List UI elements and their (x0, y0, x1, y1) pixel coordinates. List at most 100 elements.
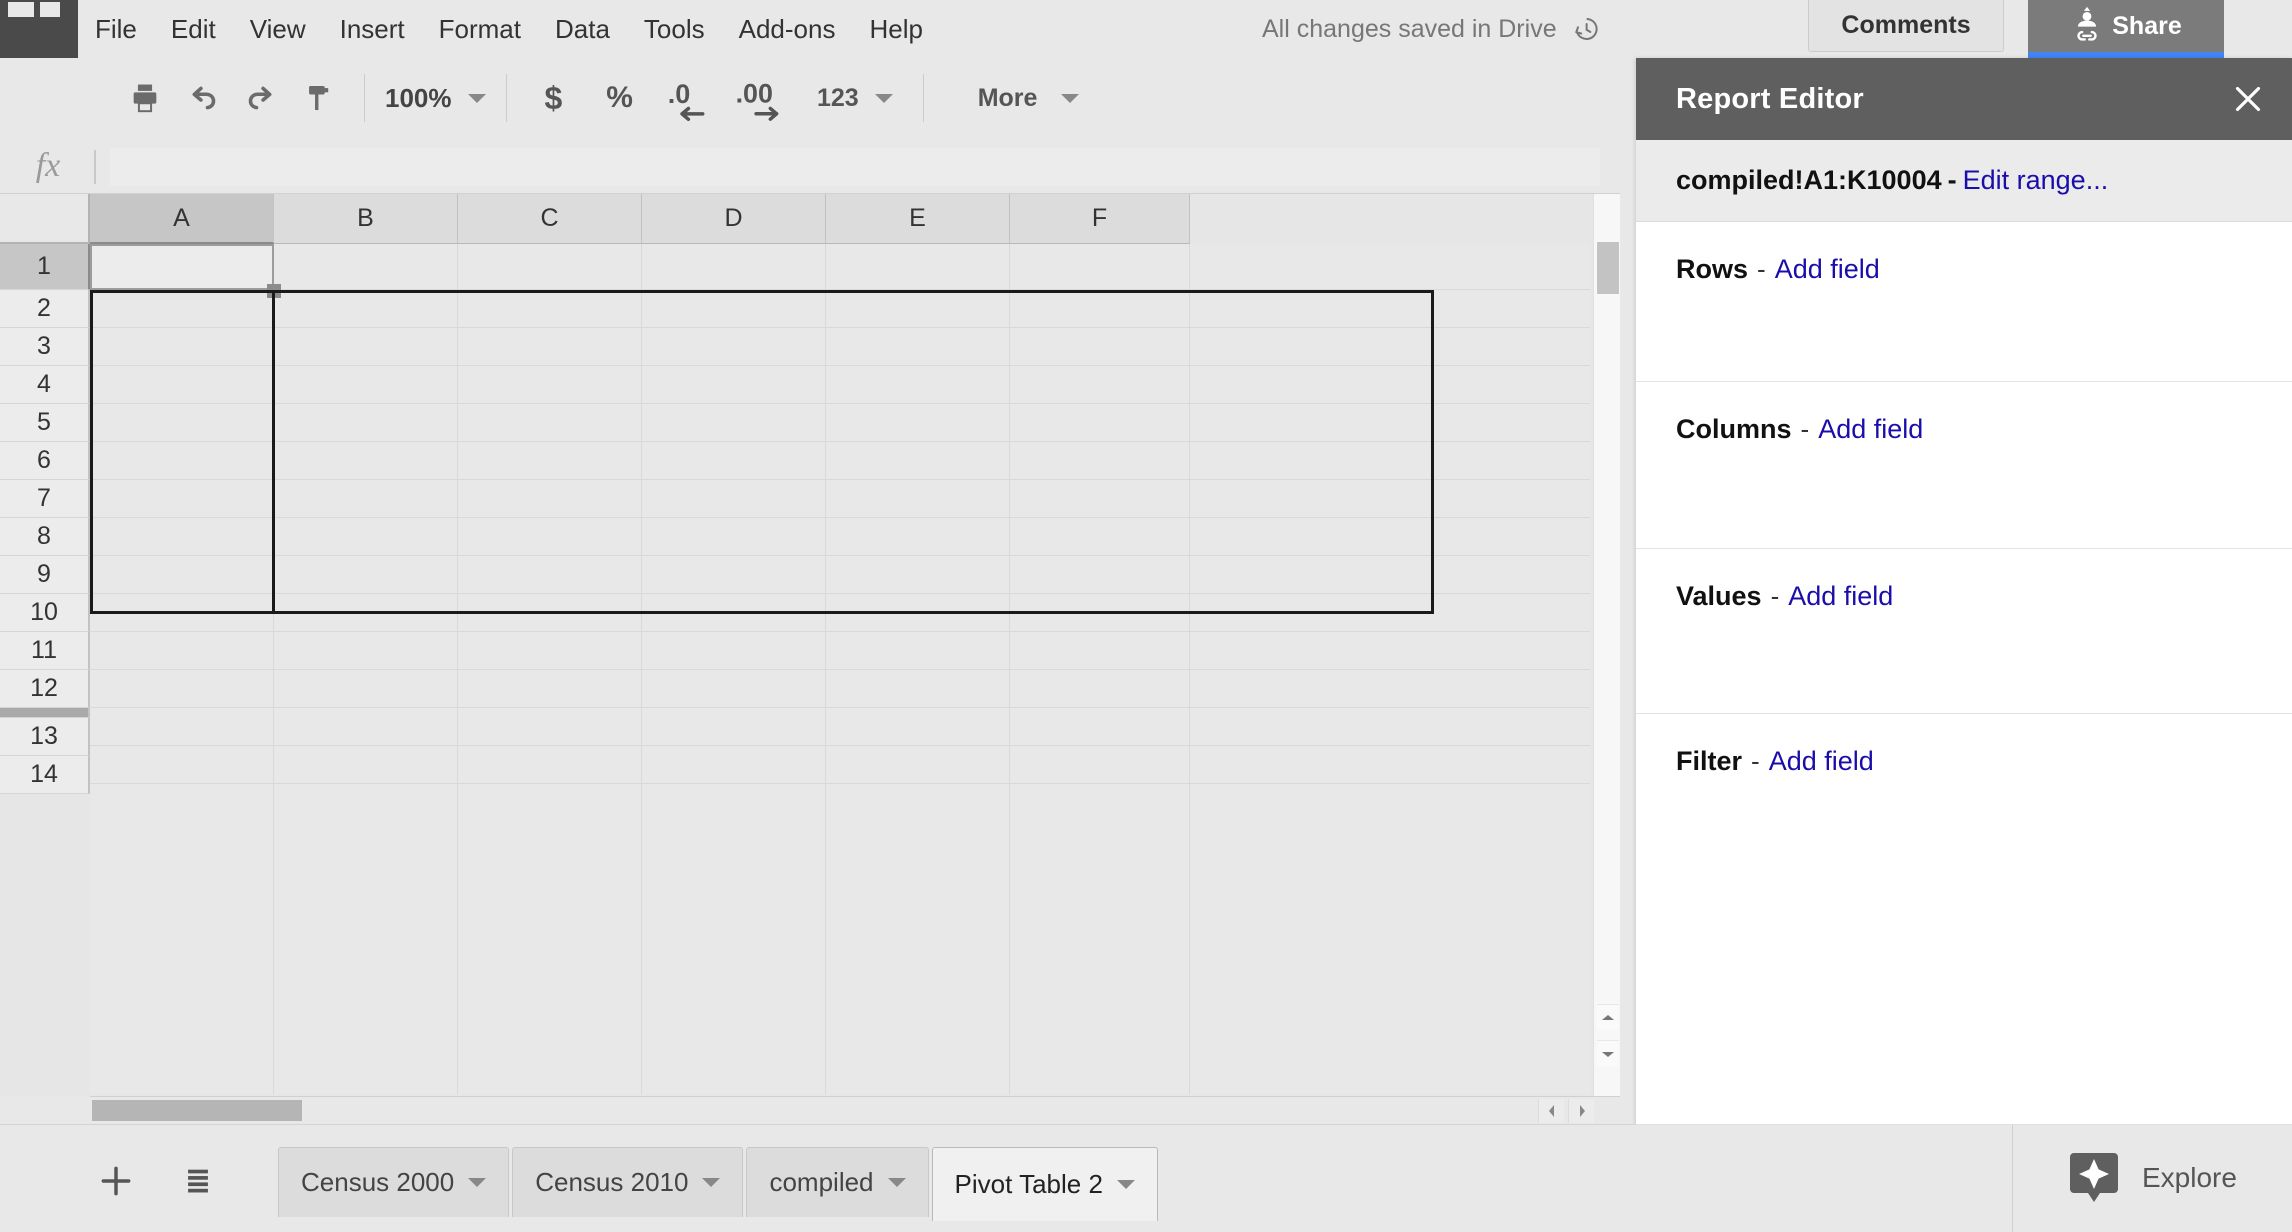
sheet-bar-panel-strip (1636, 1124, 2292, 1125)
columns-section-dash: - (1800, 414, 1810, 444)
scroll-down-button[interactable] (1597, 1040, 1619, 1066)
sheet-tab-pivot-table-2[interactable]: Pivot Table 2 (931, 1147, 1158, 1221)
sheet-tab-census-2010[interactable]: Census 2010 (512, 1147, 744, 1217)
share-button[interactable]: Share (2028, 0, 2224, 52)
row-header-9[interactable]: 9 (0, 556, 90, 594)
column-header-label: D (724, 204, 743, 232)
menu-format[interactable]: Format (422, 8, 538, 50)
percent-format-button[interactable]: % (584, 71, 655, 125)
column-header-d[interactable]: D (642, 194, 826, 244)
report-editor-close-button[interactable] (2226, 77, 2270, 121)
redo-button[interactable] (232, 71, 290, 125)
sheet-tab-census-2000[interactable]: Census 2000 (278, 1147, 510, 1217)
paint-format-icon (309, 85, 329, 111)
menu-view[interactable]: View (233, 8, 323, 50)
explore-button[interactable]: Explore (2040, 1124, 2265, 1232)
comments-button[interactable]: Comments (1808, 0, 2004, 52)
sheets-logo[interactable] (0, 0, 78, 58)
menu-insert[interactable]: Insert (323, 8, 422, 50)
column-header-a[interactable]: A (90, 194, 274, 244)
row-header-11[interactable]: 11 (0, 632, 90, 670)
row-header-label: 8 (37, 522, 51, 550)
column-header-c[interactable]: C (458, 194, 642, 244)
menu-edit[interactable]: Edit (154, 8, 233, 50)
report-section-values: Values - Add field (1636, 549, 2292, 714)
sheet-tabs: Census 2000 Census 2010 compiled Pivot Tabl… (278, 1147, 1161, 1221)
comments-label: Comments (1841, 11, 1971, 39)
number-format-button[interactable]: 123 (803, 71, 867, 125)
increase-decimal-button[interactable]: .00 (725, 71, 803, 125)
scroll-left-button[interactable] (1538, 1099, 1564, 1123)
columns-add-field-link[interactable]: Add field (1818, 414, 1923, 445)
decrease-decimal-button[interactable]: .0 (655, 71, 725, 125)
row-header-label: 5 (37, 408, 51, 436)
chevron-down-icon[interactable] (887, 1178, 906, 1187)
horizontal-scrollbar[interactable] (90, 1096, 1620, 1124)
sheet-tab-label: Pivot Table 2 (954, 1169, 1103, 1199)
print-button[interactable] (116, 71, 174, 125)
row-header-13[interactable]: 13 (0, 718, 90, 756)
column-header-f[interactable]: F (1010, 194, 1190, 244)
row-header-label: 7 (37, 484, 51, 512)
grid-row-line (90, 745, 1590, 746)
edit-range-link[interactable]: Edit range... (1963, 165, 2109, 196)
vertical-scrollbar[interactable] (1593, 194, 1620, 1096)
undo-icon (192, 86, 216, 110)
sheet-tab-compiled[interactable]: compiled (746, 1147, 929, 1217)
row-header-3[interactable]: 3 (0, 328, 90, 366)
chevron-down-icon[interactable] (1116, 1180, 1135, 1189)
row-header-1[interactable]: 1 (0, 244, 90, 290)
menu-help[interactable]: Help (852, 8, 939, 50)
google-sheets-window: File Edit View Insert Format Data Tools … (0, 0, 2292, 1232)
select-all-corner[interactable] (0, 194, 90, 244)
menu-add-ons[interactable]: Add-ons (722, 8, 853, 50)
values-section-label: Values (1676, 581, 1762, 611)
rows-add-field-link[interactable]: Add field (1775, 254, 1880, 285)
explore-star-icon (2070, 1153, 2118, 1202)
cell-area[interactable] (90, 244, 1590, 1094)
add-sheet-button[interactable] (90, 1155, 142, 1207)
row-header-4[interactable]: 4 (0, 366, 90, 404)
undo-button[interactable] (174, 71, 232, 125)
history-clock-icon[interactable] (1571, 14, 1601, 44)
row-resize-handle[interactable] (0, 708, 90, 718)
zoom-control[interactable]: 100% (365, 83, 506, 114)
row-header-6[interactable]: 6 (0, 442, 90, 480)
scroll-up-arrow-icon (1602, 1014, 1614, 1020)
column-header-e[interactable]: E (826, 194, 1010, 244)
chevron-down-icon[interactable] (874, 93, 893, 103)
values-add-field-link[interactable]: Add field (1788, 581, 1893, 612)
scroll-right-button[interactable] (1568, 1099, 1594, 1123)
row-header-label: 11 (31, 636, 57, 664)
row-header-8[interactable]: 8 (0, 518, 90, 556)
filter-add-field-link[interactable]: Add field (1769, 746, 1874, 777)
all-sheets-button[interactable] (172, 1155, 224, 1207)
filter-section-label: Filter (1676, 746, 1743, 776)
horizontal-scrollbar-thumb[interactable] (92, 1100, 302, 1121)
chevron-down-icon[interactable] (468, 1178, 487, 1187)
row-header-12[interactable]: 12 (0, 670, 90, 708)
column-header-b[interactable]: B (274, 194, 458, 244)
menu-file[interactable]: File (78, 8, 154, 50)
report-range-value: compiled!A1:K10004 (1676, 165, 1942, 195)
row-header-7[interactable]: 7 (0, 480, 90, 518)
more-button[interactable]: More (940, 71, 1048, 125)
row-header-5[interactable]: 5 (0, 404, 90, 442)
menu-data[interactable]: Data (538, 8, 627, 50)
menu-tools[interactable]: Tools (627, 8, 722, 50)
increase-decimal-icon: .00 (736, 79, 779, 121)
row-header-2[interactable]: 2 (0, 290, 90, 328)
sheet-tab-label: Census 2000 (301, 1167, 455, 1197)
formula-input[interactable] (110, 148, 1600, 186)
selected-cell-a1[interactable] (90, 244, 274, 290)
row-header-14[interactable]: 14 (0, 756, 90, 794)
chevron-down-icon[interactable] (702, 1178, 721, 1187)
row-header-10[interactable]: 10 (0, 594, 90, 632)
currency-format-button[interactable]: $ (523, 71, 585, 125)
paint-format-button[interactable] (290, 71, 348, 125)
scroll-up-button[interactable] (1597, 1004, 1619, 1030)
fx-label: fx (35, 147, 61, 184)
vertical-scrollbar-thumb[interactable] (1597, 242, 1619, 294)
pivot-table-placeholder[interactable] (90, 290, 1434, 614)
chevron-down-icon[interactable] (1061, 93, 1080, 103)
